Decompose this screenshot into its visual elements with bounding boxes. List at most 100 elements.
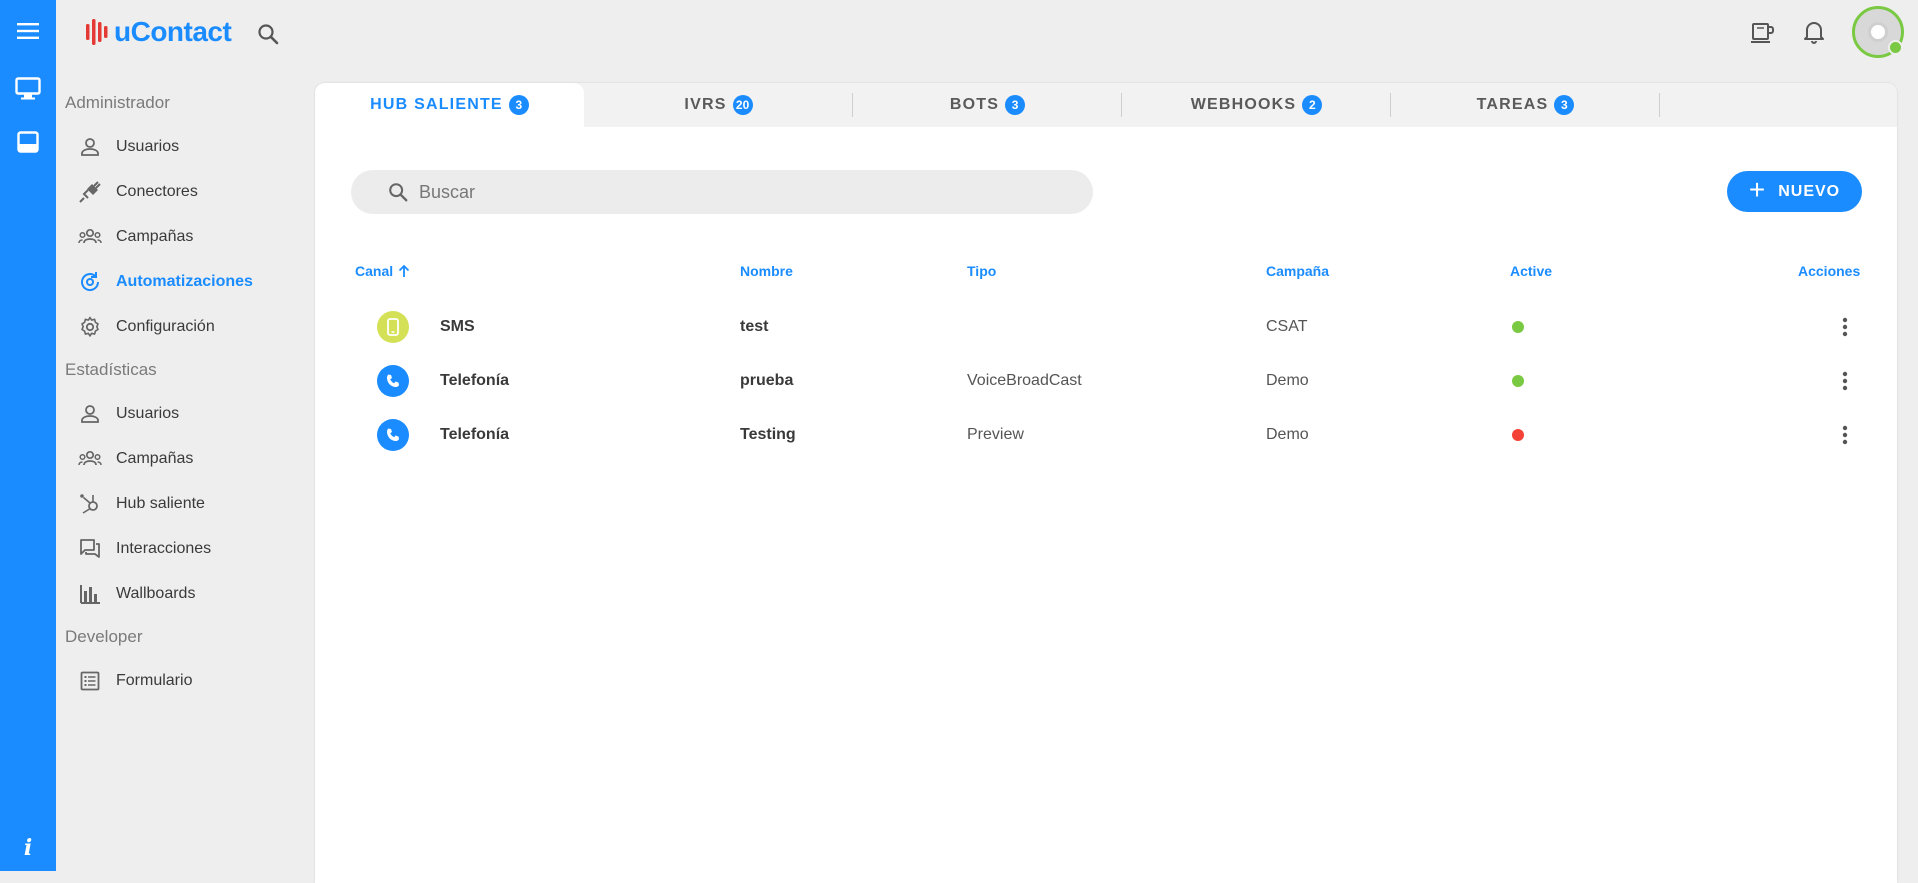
status-active-dot	[1512, 321, 1524, 333]
tab-count-badge: 3	[508, 95, 529, 115]
ucontact-logo[interactable]: uContact	[86, 16, 232, 48]
tab-tareas[interactable]: TAREAS 3	[1391, 83, 1660, 127]
cell-canal: SMS	[440, 318, 475, 335]
tab-count-badge: 20	[732, 95, 753, 115]
gear-icon	[78, 315, 102, 339]
search-icon	[387, 181, 409, 203]
column-header-label: Active	[1510, 263, 1553, 279]
column-header-label: Canal	[355, 263, 394, 279]
new-button-label: NUEVO	[1778, 182, 1841, 200]
sidebar-item-conectores[interactable]: Conectores	[56, 169, 306, 214]
tab-bar-filler	[1660, 83, 1897, 127]
cell-acciones	[1835, 300, 1855, 354]
column-header-label: Nombre	[740, 263, 793, 279]
tab-label: IVRS	[684, 96, 727, 113]
tab-label: TAREAS	[1476, 96, 1549, 113]
sidebar-item-label: Wallboards	[116, 584, 196, 602]
tab-hub-saliente[interactable]: HUB SALIENTE 3	[315, 83, 584, 127]
search-icon[interactable]	[256, 22, 280, 51]
more-vertical-icon[interactable]	[1835, 420, 1855, 450]
cell-active	[1512, 300, 1524, 354]
column-header-tipo[interactable]: Tipo	[967, 263, 996, 279]
left-rail: i	[0, 0, 56, 871]
hamburger-icon[interactable]	[0, 0, 56, 62]
sidebar-item-label: Campañas	[116, 449, 194, 467]
cell-nombre: prueba	[740, 372, 794, 389]
cell-campana: Demo	[1266, 372, 1309, 389]
tab-ivrs[interactable]: IVRS 20	[584, 83, 853, 127]
topbar-actions	[1750, 6, 1904, 58]
cell-nombre: test	[740, 318, 769, 335]
sidebar-item-hub-saliente[interactable]: Hub saliente	[56, 481, 306, 526]
sort-ascending-icon	[398, 264, 410, 277]
main-panel: HUB SALIENTE 3 IVRS 20 BOTS 3 WEBHOOKS 2…	[315, 83, 1897, 883]
status-active-dot	[1512, 375, 1524, 387]
sidebar-item-usuarios-admin[interactable]: Usuarios	[56, 124, 306, 169]
phone-sms-icon	[377, 311, 409, 343]
sidebar-item-wallboards[interactable]: Wallboards	[56, 571, 306, 616]
bell-icon[interactable]	[1802, 19, 1826, 45]
chat-icon	[78, 537, 102, 561]
sidebar-item-campanas-stats[interactable]: Campañas	[56, 436, 306, 481]
sidebar-item-formulario[interactable]: Formulario	[56, 658, 306, 703]
more-vertical-icon[interactable]	[1835, 312, 1855, 342]
table-row[interactable]: Telefonía prueba VoiceBroadCast Demo	[315, 354, 1897, 408]
sidebar-item-label: Interacciones	[116, 539, 212, 557]
tab-count-badge: 3	[1554, 95, 1575, 115]
form-icon	[78, 669, 102, 693]
cell-tipo: VoiceBroadCast	[967, 372, 1082, 389]
tab-webhooks[interactable]: WEBHOOKS 2	[1122, 83, 1391, 127]
sidebar-item-label: Configuración	[116, 317, 215, 335]
group-icon	[78, 447, 102, 471]
sidebar-item-configuracion[interactable]: Configuración	[56, 304, 306, 349]
tab-label: WEBHOOKS	[1190, 96, 1297, 113]
section-title-developer: Developer	[65, 627, 143, 646]
info-icon[interactable]: i	[0, 833, 56, 863]
cell-tipo: Preview	[967, 426, 1024, 443]
phone-call-icon	[377, 419, 409, 451]
online-status-dot	[1888, 40, 1903, 55]
cell-canal: Telefonía	[440, 372, 510, 389]
monitor-icon[interactable]	[0, 69, 56, 109]
user-avatar[interactable]	[1852, 6, 1904, 58]
column-header-nombre[interactable]: Nombre	[740, 263, 793, 279]
inbox-icon[interactable]	[0, 122, 56, 162]
coffee-cup-icon[interactable]	[1750, 20, 1776, 44]
table-row[interactable]: Telefonía Testing Preview Demo	[315, 408, 1897, 462]
sidebar-item-usuarios-stats[interactable]: Usuarios	[56, 391, 306, 436]
sidebar-item-automatizaciones[interactable]: Automatizaciones	[56, 259, 306, 304]
column-header-label: Campaña	[1266, 263, 1330, 279]
tab-count-badge: 3	[1005, 95, 1026, 115]
column-header-active[interactable]: Active	[1510, 263, 1552, 279]
sidebar-item-label: Hub saliente	[116, 494, 205, 512]
sidebar-item-label: Campañas	[116, 227, 194, 245]
avatar-placeholder-icon	[1868, 22, 1888, 42]
more-vertical-icon[interactable]	[1835, 366, 1855, 396]
tab-bar: HUB SALIENTE 3 IVRS 20 BOTS 3 WEBHOOKS 2…	[315, 83, 1897, 127]
column-header-label: Tipo	[967, 263, 997, 279]
search-input[interactable]	[417, 180, 1021, 204]
group-icon	[78, 225, 102, 249]
column-header-campana[interactable]: Campaña	[1266, 263, 1329, 279]
cell-active	[1512, 354, 1524, 408]
sidebar-item-label: Formulario	[116, 671, 193, 689]
cell-acciones	[1835, 408, 1855, 462]
table-row[interactable]: SMS test CSAT	[315, 300, 1897, 354]
cell-canal: Telefonía	[440, 426, 510, 443]
new-button[interactable]: + NUEVO	[1727, 171, 1862, 212]
channel-icon-cell	[377, 354, 409, 408]
section-title-administrador: Administrador	[65, 93, 170, 112]
person-icon	[78, 402, 102, 426]
automation-icon	[78, 270, 102, 294]
sidebar-item-campanas-admin[interactable]: Campañas	[56, 214, 306, 259]
sidebar-item-interacciones[interactable]: Interacciones	[56, 526, 306, 571]
sidebar-item-label: Usuarios	[116, 137, 180, 155]
column-header-acciones: Acciones	[1798, 263, 1860, 279]
tab-bots[interactable]: BOTS 3	[853, 83, 1122, 127]
channel-icon-cell	[377, 408, 409, 462]
cell-campana: CSAT	[1266, 318, 1308, 335]
sidebar-item-label: Automatizaciones	[116, 272, 253, 290]
column-header-canal[interactable]: Canal	[355, 263, 411, 279]
hub-icon	[78, 492, 102, 516]
cell-acciones	[1835, 354, 1855, 408]
